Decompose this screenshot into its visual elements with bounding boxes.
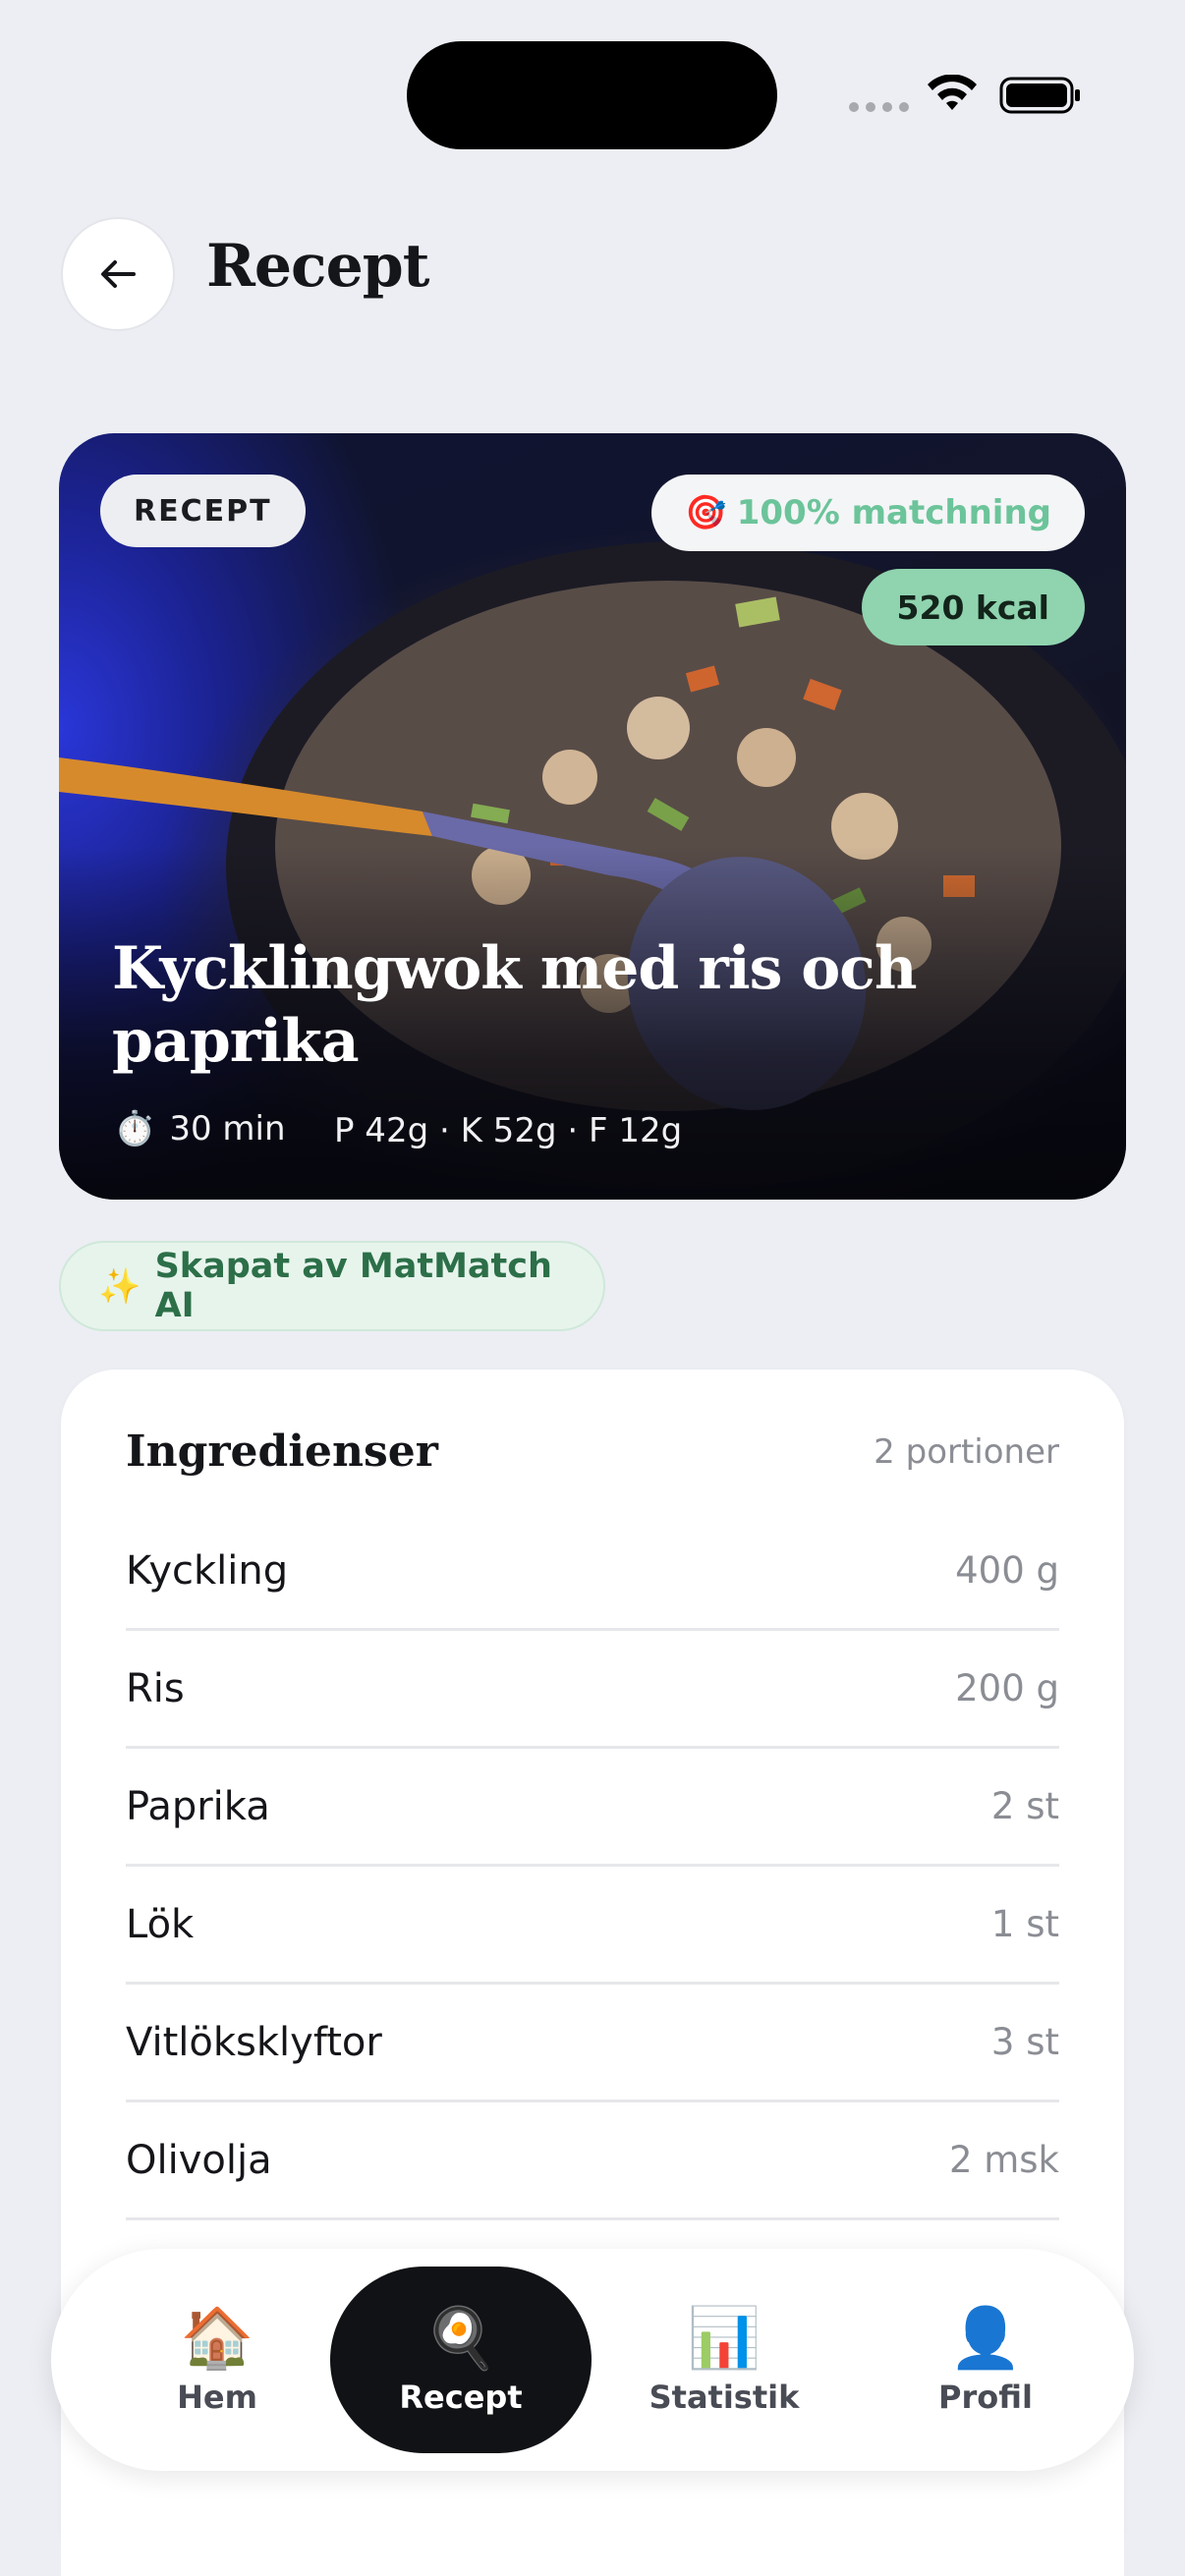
ingredient-row: Olivolja 2 msk (126, 2102, 1059, 2220)
nav-item-recept[interactable]: 🍳 Recept (330, 2267, 592, 2453)
ingredient-name: Olivolja (126, 2137, 272, 2183)
nav-item-hem[interactable]: 🏠 Hem (86, 2267, 348, 2453)
page-title: Recept (206, 232, 429, 301)
ingredient-list: Kyckling 400 g Ris 200 g Paprika 2 st Lö… (126, 1513, 1059, 2220)
recipe-title: Kycklingwok med ris och paprika (112, 934, 917, 1076)
ingredient-name: Lök (126, 1901, 195, 1947)
recipe-time: ⏱️ 30 min (114, 1109, 286, 1148)
stopwatch-icon: ⏱️ (114, 1109, 156, 1148)
ingredient-name: Kyckling (126, 1547, 289, 1594)
ingredient-row: Paprika 2 st (126, 1749, 1059, 1867)
ingredient-row: Ris 200 g (126, 1631, 1059, 1749)
ai-generated-badge: ✨ Skapat av MatMatch AI (59, 1241, 605, 1331)
bottom-nav: 🏠 Hem 🍳 Recept 📊 Statistik 👤 Profil (51, 2249, 1134, 2471)
user-icon: 👤 (948, 2304, 1023, 2373)
kcal-badge: 520 kcal (861, 569, 1085, 645)
ingredient-row: Vitlöksklyftor 3 st (126, 1985, 1059, 2102)
ai-badge-label: Skapat av MatMatch AI (154, 1247, 552, 1325)
battery-icon (999, 77, 1080, 114)
nav-label: Profil (938, 2379, 1033, 2416)
nav-item-statistik[interactable]: 📊 Statistik (593, 2267, 855, 2453)
ingredient-row: Lök 1 st (126, 1867, 1059, 1985)
ingredient-qty: 2 msk (948, 2139, 1059, 2181)
target-icon: 🎯 (685, 493, 727, 532)
ingredient-qty: 200 g (955, 1667, 1059, 1709)
ingredients-title: Ingredienser (126, 1427, 438, 1477)
ingredient-qty: 1 st (990, 1903, 1059, 1945)
dynamic-island (407, 41, 777, 149)
ingredient-qty: 400 g (955, 1549, 1059, 1592)
frying-pan-icon: 🍳 (423, 2304, 498, 2373)
bar-chart-icon: 📊 (687, 2304, 762, 2373)
ingredient-row: Kyckling 400 g (126, 1513, 1059, 1631)
match-label: 100% matchning (736, 493, 1051, 532)
back-button[interactable] (61, 217, 175, 331)
signal-icon (849, 102, 909, 112)
ingredient-name: Paprika (126, 1783, 270, 1829)
nav-label: Recept (399, 2379, 523, 2416)
wifi-icon (928, 75, 977, 110)
ingredient-qty: 3 st (990, 2021, 1059, 2063)
ingredient-qty: 2 st (990, 1785, 1059, 1827)
match-badge: 🎯 100% matchning (651, 475, 1085, 551)
time-label: 30 min (169, 1109, 286, 1148)
nav-label: Statistik (649, 2379, 800, 2416)
recipe-hero-card[interactable]: RECEPT 🎯 100% matchning 520 kcal Kycklin… (59, 433, 1126, 1200)
nav-label: Hem (177, 2379, 257, 2416)
home-icon: 🏠 (180, 2304, 254, 2373)
arrow-left-icon (101, 260, 136, 288)
category-badge: RECEPT (100, 475, 306, 547)
portions-selector[interactable]: 2 portioner (874, 1432, 1059, 1472)
sparkles-icon: ✨ (98, 1266, 141, 1307)
ingredient-name: Ris (126, 1665, 185, 1711)
ingredient-name: Vitlöksklyftor (126, 2019, 382, 2065)
recipe-macros: P 42g · K 52g · F 12g (334, 1111, 683, 1150)
nav-item-profil[interactable]: 👤 Profil (855, 2267, 1116, 2453)
